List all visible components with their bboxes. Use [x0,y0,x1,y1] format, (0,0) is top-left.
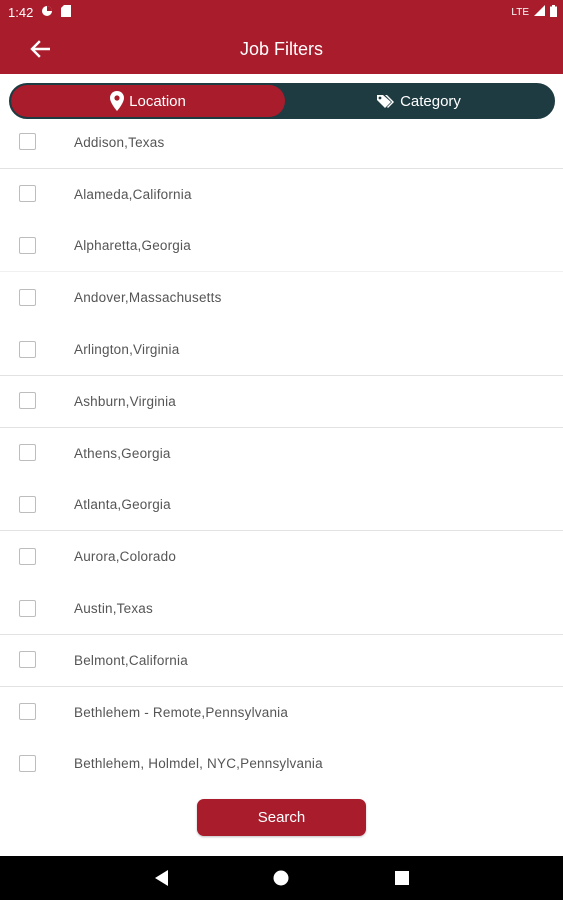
checkbox[interactable] [19,444,36,462]
list-item[interactable]: Bethlehem - Remote,Pennsylvania [0,687,563,739]
location-label: Belmont,California [74,652,188,668]
list-item[interactable]: Alpharetta,Georgia [0,221,563,273]
checkbox[interactable] [19,288,36,306]
checkbox[interactable] [19,754,36,772]
arrow-back-icon [30,40,50,58]
list-item[interactable]: Atlanta,Georgia [0,480,563,532]
list-item[interactable]: Addison,Texas [0,117,563,169]
system-nav-bar [0,856,563,900]
checkbox[interactable] [19,599,36,617]
checkbox[interactable] [19,236,36,254]
tags-icon [377,94,395,108]
location-label: Atlanta,Georgia [74,497,171,513]
status-time: 1:42 [8,4,34,20]
list-item[interactable]: Bethlehem, Holmdel, NYC,Pennsylvania [0,739,563,791]
location-label: Alameda,California [74,186,192,202]
search-button[interactable]: Search [197,799,366,836]
list-item[interactable]: Alameda,California [0,169,563,221]
status-bar: 1:42 LTE [0,0,563,24]
battery-icon [550,4,557,20]
location-label: Arlington,Virginia [74,342,180,358]
nav-back-button[interactable] [153,869,171,887]
list-item[interactable]: Austin,Texas [0,583,563,635]
location-label: Andover,Massachusetts [74,290,222,306]
page-title: Job Filters [239,39,324,59]
signal-icon [534,5,545,19]
checkbox[interactable] [19,392,36,410]
location-label: Alpharetta,Georgia [74,238,191,254]
sd-card-icon [61,4,72,20]
checkbox[interactable] [19,133,36,151]
list-item[interactable]: Belmont,California [0,635,563,687]
filter-tabs: Location Category [9,83,555,119]
tab-location[interactable]: Location [11,85,285,117]
location-label: Bethlehem, Holmdel, NYC,Pennsylvania [74,756,323,772]
list-item[interactable]: Ashburn,Virginia [0,376,563,428]
checkbox[interactable] [19,547,36,565]
network-type: LTE [511,6,529,18]
back-button[interactable] [26,36,54,62]
location-label: Austin,Texas [74,601,153,617]
list-item[interactable]: Aurora,Colorado [0,531,563,583]
app-bar: Job Filters [0,24,563,74]
location-label: Addison,Texas [74,134,165,150]
checkbox[interactable] [19,185,36,203]
list-item[interactable]: Athens,Georgia [0,428,563,480]
nav-home-button[interactable] [272,869,290,887]
tab-location-label: Location [129,92,186,110]
list-item[interactable]: Andover,Massachusetts [0,272,563,324]
checkbox[interactable] [19,495,36,513]
data-saver-icon [41,5,53,20]
list-item[interactable]: Arlington,Virginia [0,324,563,376]
location-label: Bethlehem - Remote,Pennsylvania [74,704,289,720]
location-pin-icon [110,91,125,111]
checkbox[interactable] [19,703,36,721]
nav-home-icon [273,870,289,886]
tab-category[interactable]: Category [285,85,553,117]
tab-category-label: Category [400,92,461,110]
nav-back-icon [155,870,168,886]
location-label: Ashburn,Virginia [74,393,177,409]
location-label: Aurora,Colorado [74,549,177,565]
nav-recents-icon [395,871,409,885]
checkbox[interactable] [19,340,36,358]
location-list: Addison,Texas Alameda,California Alphare… [0,117,563,790]
location-label: Athens,Georgia [74,445,171,461]
checkbox[interactable] [19,651,36,669]
nav-recents-button[interactable] [393,869,411,887]
